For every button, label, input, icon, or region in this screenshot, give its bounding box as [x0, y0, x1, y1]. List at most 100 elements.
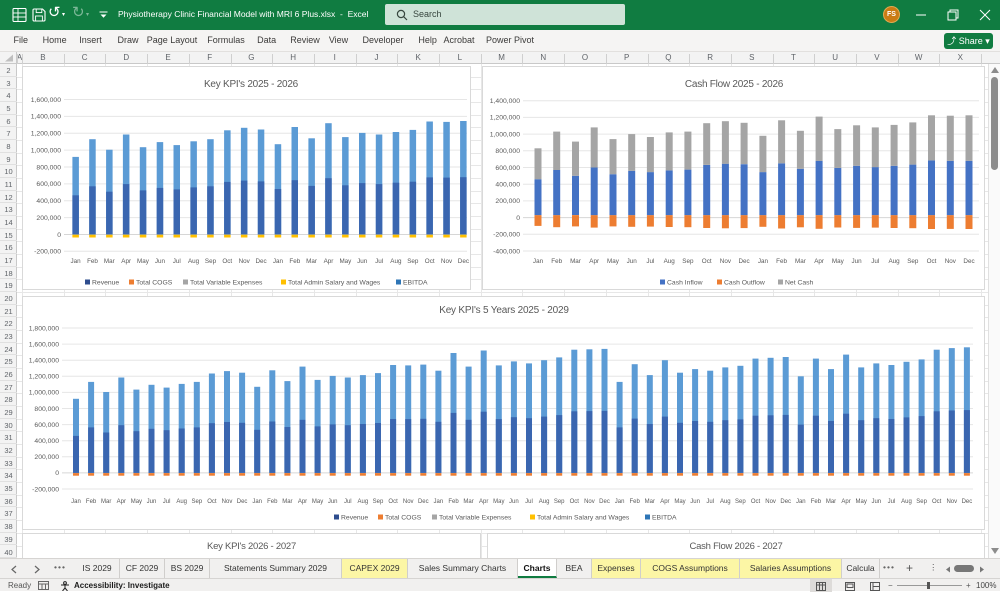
svg-text:Apr: Apr [121, 258, 131, 265]
svg-text:Oct: Oct [222, 258, 232, 265]
svg-text:Nov: Nov [403, 499, 414, 505]
svg-text:Jan: Jan [71, 499, 81, 505]
svg-text:Feb: Feb [448, 499, 459, 505]
svg-text:200,000: 200,000 [34, 454, 59, 461]
svg-text:Key KPI's 5 Years 2025 - 2029: Key KPI's 5 Years 2025 - 2029 [439, 305, 569, 316]
svg-text:Jun: Jun [357, 258, 368, 265]
svg-text:Dec: Dec [962, 499, 973, 505]
svg-text:Oct: Oct [570, 499, 580, 505]
svg-text:Sep: Sep [682, 258, 694, 265]
svg-text:EBITDA: EBITDA [403, 280, 428, 287]
svg-text:-400,000: -400,000 [493, 248, 520, 255]
svg-text:Aug: Aug [539, 499, 550, 505]
svg-text:May: May [312, 499, 323, 505]
svg-text:Mar: Mar [795, 258, 806, 265]
svg-text:EBITDA: EBITDA [652, 515, 677, 522]
svg-text:Jul: Jul [375, 258, 383, 265]
svg-text:Jun: Jun [690, 499, 700, 505]
svg-text:Feb: Feb [630, 499, 641, 505]
svg-text:May: May [832, 258, 845, 265]
svg-text:Sep: Sep [916, 499, 927, 505]
svg-text:Oct: Oct [751, 499, 761, 505]
svg-text:Oct: Oct [702, 258, 712, 265]
svg-text:Jul: Jul [344, 499, 352, 505]
svg-text:Total Admin Salary and Wages: Total Admin Salary and Wages [537, 515, 630, 522]
svg-text:800,000: 800,000 [36, 164, 61, 171]
svg-text:Aug: Aug [888, 258, 900, 265]
svg-text:Oct: Oct [927, 258, 937, 265]
svg-text:400,000: 400,000 [36, 198, 61, 205]
svg-text:200,000: 200,000 [495, 198, 520, 205]
svg-text:Dec: Dec [738, 258, 749, 265]
svg-text:Oct: Oct [932, 499, 942, 505]
svg-text:Dec: Dec [780, 499, 791, 505]
svg-text:Sep: Sep [373, 499, 384, 505]
svg-text:1,000,000: 1,000,000 [31, 147, 61, 154]
svg-text:1,400,000: 1,400,000 [29, 358, 59, 365]
svg-text:Aug: Aug [390, 258, 402, 265]
svg-text:Dec: Dec [599, 499, 610, 505]
svg-text:Sep: Sep [407, 258, 419, 265]
svg-text:May: May [493, 499, 504, 505]
svg-text:Total COGS: Total COGS [136, 280, 173, 287]
svg-text:Jun: Jun [328, 499, 338, 505]
svg-text:May: May [137, 258, 150, 265]
svg-text:1,000,000: 1,000,000 [490, 131, 520, 138]
svg-text:Feb: Feb [551, 258, 562, 265]
svg-text:600,000: 600,000 [34, 422, 59, 429]
svg-text:Revenue: Revenue [341, 515, 368, 522]
svg-text:Feb: Feb [289, 258, 300, 265]
svg-text:Cash Flow 2025 - 2026: Cash Flow 2025 - 2026 [685, 79, 784, 90]
svg-text:Nov: Nov [584, 499, 595, 505]
svg-text:400,000: 400,000 [495, 182, 520, 189]
svg-text:1,400,000: 1,400,000 [31, 114, 61, 121]
svg-text:Mar: Mar [282, 499, 292, 505]
svg-text:Total Variable Expenses: Total Variable Expenses [439, 515, 512, 522]
svg-text:Jan: Jan [252, 499, 262, 505]
svg-text:0: 0 [55, 470, 59, 477]
svg-text:Jan: Jan [796, 499, 806, 505]
svg-text:Nov: Nov [239, 258, 251, 265]
svg-text:400,000: 400,000 [34, 438, 59, 445]
svg-text:Apr: Apr [589, 258, 599, 265]
svg-text:Jun: Jun [627, 258, 638, 265]
svg-text:Aug: Aug [176, 499, 187, 505]
svg-text:May: May [339, 258, 352, 265]
svg-text:Jan: Jan [615, 499, 625, 505]
svg-text:Jul: Jul [646, 258, 654, 265]
svg-text:Feb: Feb [811, 499, 822, 505]
svg-text:Aug: Aug [358, 499, 369, 505]
svg-text:Mar: Mar [101, 499, 111, 505]
svg-text:Nov: Nov [946, 499, 957, 505]
svg-text:800,000: 800,000 [34, 406, 59, 413]
svg-text:Jul: Jul [706, 499, 714, 505]
svg-text:Apr: Apr [324, 258, 334, 265]
svg-text:Sep: Sep [735, 499, 746, 505]
svg-text:Jun: Jun [871, 499, 881, 505]
svg-text:Sep: Sep [554, 499, 565, 505]
svg-text:May: May [674, 499, 685, 505]
svg-text:Jun: Jun [155, 258, 166, 265]
svg-text:1,000,000: 1,000,000 [29, 390, 59, 397]
svg-text:Mar: Mar [826, 499, 836, 505]
svg-text:-200,000: -200,000 [34, 249, 61, 256]
svg-text:Total Admin Salary and Wages: Total Admin Salary and Wages [288, 280, 381, 287]
svg-text:Aug: Aug [720, 499, 731, 505]
svg-text:Dec: Dec [458, 258, 469, 265]
svg-text:Jan: Jan [758, 258, 769, 265]
svg-text:Jan: Jan [273, 258, 284, 265]
svg-text:Jul: Jul [173, 258, 181, 265]
svg-text:May: May [607, 258, 620, 265]
svg-text:Oct: Oct [425, 258, 435, 265]
svg-text:May: May [131, 499, 142, 505]
svg-text:1,400,000: 1,400,000 [490, 98, 520, 105]
svg-text:600,000: 600,000 [36, 181, 61, 188]
svg-text:Jan: Jan [434, 499, 444, 505]
svg-text:Sep: Sep [907, 258, 919, 265]
svg-text:Feb: Feb [87, 258, 98, 265]
svg-text:Cash Inflow: Cash Inflow [667, 280, 703, 287]
svg-text:Jan: Jan [71, 258, 82, 265]
svg-text:Nov: Nov [720, 258, 732, 265]
svg-text:Apr: Apr [479, 499, 488, 505]
svg-text:Aug: Aug [664, 258, 676, 265]
